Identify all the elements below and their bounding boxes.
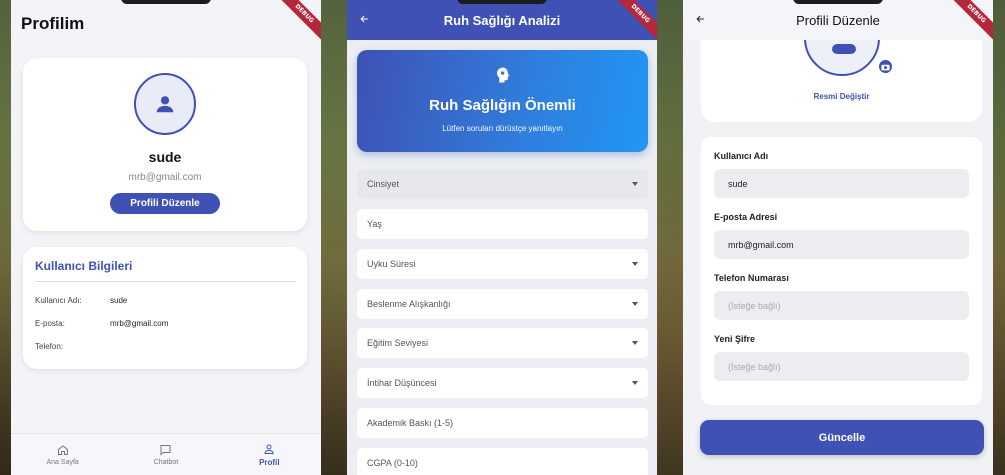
sleep-duration-dropdown[interactable]: Uyku Süresi [357,249,648,279]
chevron-down-icon [632,341,638,345]
email-input[interactable]: mrb@gmail.com [714,230,969,259]
info-key: E-posta: [35,319,65,328]
field-label: CGPA (0-10) [367,458,418,468]
info-key: Telefon: [35,342,64,351]
username-input[interactable]: sude [714,169,969,198]
phone-group: Telefon Numarası (İsteğe bağlı) [714,273,969,320]
user-email: mrb@gmail.com [128,172,202,183]
nav-label: Chatbot [153,458,179,466]
cgpa-field[interactable]: CGPA (0-10) [357,448,648,475]
user-name: sude [148,149,182,165]
psychology-icon [496,67,509,83]
page-title: Ruh Sağlığı Analizi [443,12,561,28]
field-label: E-posta Adresi [714,212,778,222]
chevron-down-icon [632,262,638,266]
change-picture-link[interactable]: Resmi Değiştir [701,92,982,101]
new-password-input[interactable]: (İsteğe bağlı) [714,352,969,381]
field-label: Cinsiyet [367,179,400,189]
suicidal-thoughts-dropdown[interactable]: İntihar Düşüncesi [357,368,648,398]
chevron-down-icon [632,381,638,385]
user-info-title: Kullanıcı Bilgileri [35,259,295,282]
diet-habit-dropdown[interactable]: Beslenme Alışkanlığı [357,289,648,319]
notch [793,0,883,4]
edit-form: Kullanıcı Adı sude E-posta Adresi mrb@gm… [701,137,982,405]
hero-title: Ruh Sağlığın Önemli [429,97,576,114]
nav-item-home[interactable]: Ana Sayfa [11,434,114,475]
info-row-email: E-posta: mrb@gmail.com [35,319,295,328]
user-info-card: Kullanıcı Bilgileri Kullanıcı Adı: sude … [23,247,307,369]
app-bar: Ruh Sağlığı Analizi [347,0,657,40]
info-value: mrb@gmail.com [110,319,169,328]
profile-card: sude mrb@gmail.com Profili Düzenle [23,58,307,231]
info-row-phone: Telefon: [35,342,295,351]
age-field[interactable]: Yaş [357,209,648,239]
email-group: E-posta Adresi mrb@gmail.com [714,212,969,259]
info-row-username: Kullanıcı Adı: sude [35,296,295,305]
app-bar: Profilim [11,0,321,48]
update-button[interactable]: Güncelle [700,420,984,455]
notch [457,0,547,4]
avatar-card: Resmi Değiştir [701,0,982,122]
field-label: Yeni Şifre [714,334,756,344]
field-label: Kullanıcı Adı [714,151,769,161]
info-value: sude [110,296,128,305]
hero-banner: Ruh Sağlığın Önemli Lütfen soruları dürü… [357,50,648,152]
chat-icon [160,444,171,456]
nav-item-profile[interactable]: Profil [218,434,321,475]
nav-label: Ana Sayfa [46,458,79,466]
field-label: Yaş [367,219,382,229]
home-icon [57,444,68,455]
notch [121,0,211,4]
phone-input[interactable]: (İsteğe bağlı) [714,291,969,320]
chevron-down-icon [632,182,638,186]
back-arrow-icon[interactable] [695,11,706,29]
field-label: Beslenme Alışkanlığı [367,299,451,309]
edit-profile-screen: DEBUG Resmi Değiştir Profili Düzenle Kul… [683,0,993,475]
chevron-down-icon [632,302,638,306]
username-group: Kullanıcı Adı sude [714,151,969,198]
page-title: Profili Düzenle [796,12,880,28]
edit-profile-button[interactable]: Profili Düzenle [110,193,220,214]
education-level-dropdown[interactable]: Eğitim Seviyesi [357,328,648,358]
gender-dropdown[interactable]: Cinsiyet [357,169,648,199]
nav-item-chatbot[interactable]: Chatbot [114,434,217,475]
camera-icon[interactable] [877,58,894,75]
back-arrow-icon[interactable] [359,11,370,29]
field-label: Akademik Baskı (1-5) [367,418,454,428]
person-icon [264,444,274,454]
academic-pressure-field[interactable]: Akademik Baskı (1-5) [357,408,648,438]
password-group: Yeni Şifre (İsteğe bağlı) [714,334,969,381]
field-label: Eğitim Seviyesi [367,338,429,348]
field-label: İntihar Düşüncesi [367,378,437,388]
nav-label: Profil [259,457,280,467]
avatar [134,73,196,135]
page-title: Profilim [21,14,85,33]
field-label: Uyku Süresi [367,259,416,269]
hero-subtitle: Lütfen soruları dürüstçe yanıtlayın [442,124,563,133]
field-label: Telefon Numarası [714,273,789,283]
person-icon [156,96,174,113]
bottom-navigation: Ana Sayfa Chatbot Profil [11,433,321,475]
analysis-screen: DEBUG Ruh Sağlığı Analizi Ruh Sağlığın Ö… [347,0,657,475]
profile-screen: DEBUG Profilim sude mrb@gmail.com Profil… [11,0,321,475]
info-key: Kullanıcı Adı: [35,296,82,305]
app-bar: Profili Düzenle [683,0,993,40]
